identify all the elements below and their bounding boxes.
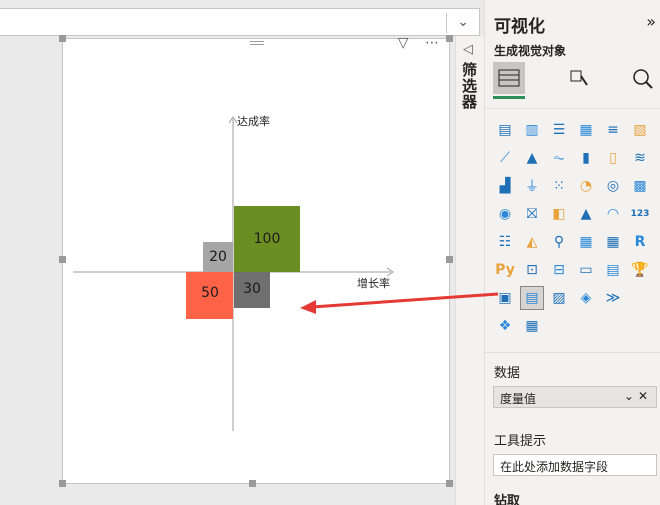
visual-type-icon[interactable]: ◠: [601, 202, 625, 226]
resize-handle[interactable]: [446, 256, 453, 263]
visual-type-icon[interactable]: ◭: [520, 230, 544, 254]
visual-type-icon[interactable]: ⁙: [547, 174, 571, 198]
data-label: 100: [254, 231, 281, 247]
visual-type-icon[interactable]: R: [628, 230, 652, 254]
top-dropdown[interactable]: ⌄: [0, 8, 480, 36]
tooltip-placeholder: 在此处添加数据字段: [500, 460, 609, 474]
visual-type-icon[interactable]: ⊡: [520, 258, 544, 282]
resize-handle[interactable]: [446, 480, 453, 487]
visual-type-icon[interactable]: ▲: [574, 202, 598, 226]
divider: [485, 352, 660, 353]
visual-type-icon[interactable]: ☰: [547, 118, 571, 142]
pane-mode-tabs: [493, 62, 660, 99]
visual-type-icon[interactable]: ≡: [601, 118, 625, 142]
visual-type-icon[interactable]: ▲: [520, 146, 544, 170]
data-field-value: 度量值: [500, 392, 537, 406]
resize-handle[interactable]: [249, 480, 256, 487]
visual-type-icon[interactable]: ▩: [628, 174, 652, 198]
visual-type-icon[interactable]: ▮: [574, 146, 598, 170]
filters-pane-collapsed[interactable]: ◁ 筛选器: [455, 36, 484, 505]
plot-area: 达成率 增长率 100 20 30 50: [69, 59, 441, 479]
visual-type-icon[interactable]: ▟: [493, 174, 517, 198]
visual-type-icon[interactable]: ⏚: [520, 174, 544, 198]
visual-type-icon[interactable]: ▤: [601, 258, 625, 282]
y-axis-label: 达成率: [237, 114, 270, 128]
active-tab-indicator: [493, 96, 525, 99]
visual-type-icon[interactable]: 🏆: [628, 258, 652, 282]
visual-type-icon[interactable]: ▦: [574, 230, 598, 254]
visual-type-icon[interactable]: ▭: [574, 258, 598, 282]
visual-type-icon[interactable]: Py: [493, 258, 517, 282]
visual-type-icon[interactable]: ▥: [520, 118, 544, 142]
visual-type-icon[interactable]: ◎: [601, 174, 625, 198]
visual-type-icon[interactable]: ▣: [493, 286, 517, 310]
analytics-magnifier-icon: [633, 69, 653, 89]
data-label: 30: [243, 281, 261, 297]
visual-type-icon[interactable]: ▧: [628, 118, 652, 142]
format-brush-icon: [570, 70, 588, 86]
data-label: 20: [209, 249, 227, 265]
visual-type-icon[interactable]: ≋: [628, 146, 652, 170]
visual-type-icon[interactable]: ◔: [574, 174, 598, 198]
collapse-pane-icon[interactable]: »: [646, 12, 656, 31]
data-label: 50: [201, 285, 219, 301]
visualizations-pane: 可视化 » 生成视觉对象 ▤ ▥ ☰ ▦ ≡ ▧ ⟋ ▲ ⏦ ▮ ▯ ≋ ▟ ⏚…: [484, 0, 660, 505]
pane-subtitle: 生成视觉对象: [494, 44, 567, 58]
visual-type-icon[interactable]: ⟋: [493, 146, 517, 170]
drill-section-label: 钻取: [494, 494, 521, 505]
visual-header-tools[interactable]: ▽ ⋯: [398, 35, 445, 51]
data-field-well[interactable]: 度量值 ⌄✕: [493, 386, 657, 408]
filters-label[interactable]: 筛选器: [460, 62, 480, 110]
visual-type-icon[interactable]: ◈: [574, 286, 598, 310]
visual-type-icon[interactable]: ❖: [493, 314, 517, 338]
field-options-icons[interactable]: ⌄✕: [624, 389, 652, 403]
tooltip-drop-zone[interactable]: 在此处添加数据字段: [493, 454, 657, 476]
divider: [485, 108, 660, 109]
pane-title: 可视化: [494, 17, 545, 37]
visual-type-icon[interactable]: ▯: [601, 146, 625, 170]
tooltip-section-label: 工具提示: [494, 434, 547, 449]
visual-type-icon[interactable]: ◉: [493, 202, 517, 226]
visual-type-icon[interactable]: ⏦: [547, 146, 571, 170]
chevron-down-icon[interactable]: ⌄: [457, 14, 469, 30]
quadrant-chart: 达成率 增长率 100 20 30 50: [73, 114, 394, 431]
build-visual-tab[interactable]: [493, 62, 525, 94]
resize-handle[interactable]: [59, 480, 66, 487]
visual-type-icon[interactable]: ▦: [574, 118, 598, 142]
data-section-label: 数据: [494, 366, 521, 381]
format-visual-tab[interactable]: [563, 62, 595, 94]
visual-type-icon[interactable]: ▦: [520, 314, 544, 338]
visual-type-icon[interactable]: ◧: [547, 202, 571, 226]
visual-type-icon[interactable]: ▤: [520, 286, 544, 310]
drag-grip-icon[interactable]: [250, 41, 264, 45]
visual-type-icon[interactable]: ⛝: [520, 202, 544, 226]
resize-handle[interactable]: [446, 35, 453, 42]
x-axis-label: 增长率: [357, 276, 390, 290]
app-window: ⌄ ▽ ⋯ 达成率 增长率 100 20 30 50 ◁ 筛选器 可视化 » 生…: [0, 0, 660, 505]
build-visual-icon: [498, 69, 520, 87]
visual-type-icon[interactable]: ⚲: [547, 230, 571, 254]
visual-type-icon[interactable]: ▨: [547, 286, 571, 310]
top-bar: ⌄: [0, 0, 484, 36]
resize-handle[interactable]: [59, 256, 66, 263]
resize-handle[interactable]: [59, 35, 66, 42]
analytics-tab[interactable]: [627, 62, 659, 94]
visual-type-icon[interactable]: ▤: [493, 118, 517, 142]
visual-type-icon[interactable]: ⊟: [547, 258, 571, 282]
filter-icon[interactable]: ◁: [463, 42, 473, 57]
dropdown-separator: [446, 13, 447, 33]
visual-type-icon[interactable]: ≫: [601, 286, 625, 310]
visual-type-icon[interactable]: ▦: [601, 230, 625, 254]
visual-type-icon[interactable]: 123: [628, 202, 652, 226]
visual-container[interactable]: ▽ ⋯ 达成率 增长率 100 20 30 50: [59, 35, 453, 487]
visual-type-icon[interactable]: ☷: [493, 230, 517, 254]
